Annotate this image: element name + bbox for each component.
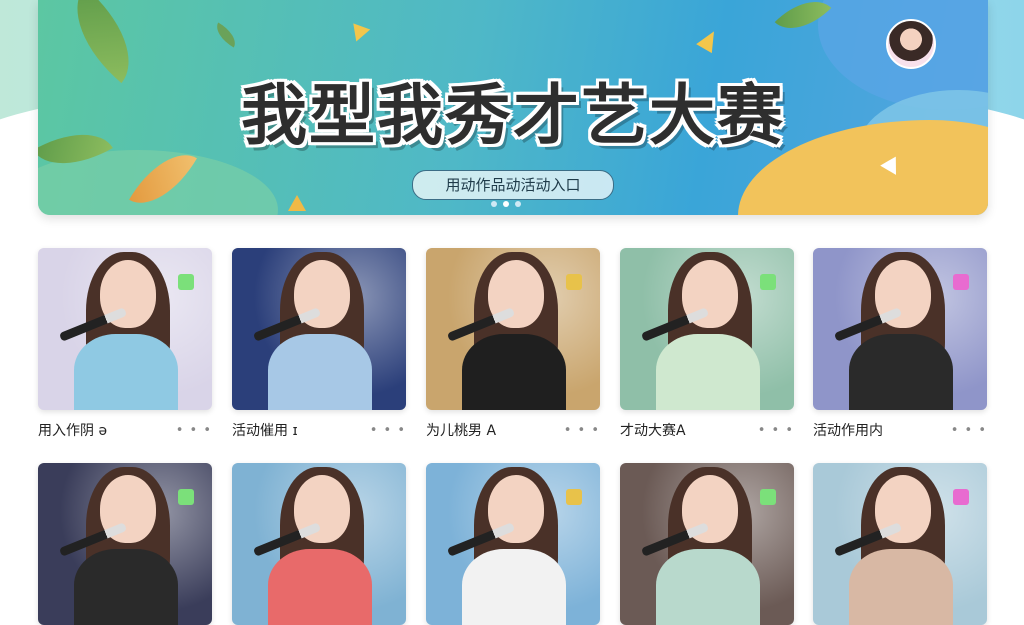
performer-card[interactable] bbox=[232, 463, 406, 625]
hero-banner[interactable]: 我型我秀才艺大赛 用动作品动活动入口 bbox=[38, 0, 988, 215]
performer-outfit bbox=[462, 549, 566, 625]
card-title: 活动催用 ɪ bbox=[232, 423, 298, 439]
leaf-decoration-icon bbox=[211, 22, 241, 48]
banner-title: 我型我秀才艺大赛 bbox=[241, 77, 785, 154]
performer-thumbnail[interactable] bbox=[38, 248, 212, 410]
more-dots-icon[interactable]: • • • bbox=[951, 423, 987, 438]
performer-card[interactable]: 才动大赛A • • • bbox=[620, 248, 794, 441]
activity-entry-button[interactable]: 用动作品动活动入口 bbox=[412, 170, 614, 200]
music-note-icon bbox=[760, 489, 776, 505]
performer-thumbnail[interactable] bbox=[426, 248, 600, 410]
more-dots-icon[interactable]: • • • bbox=[564, 423, 600, 438]
performer-outfit bbox=[268, 549, 372, 625]
performer-thumbnail[interactable] bbox=[232, 248, 406, 410]
performer-outfit bbox=[462, 334, 566, 410]
performer-card[interactable] bbox=[426, 463, 600, 625]
performer-card[interactable]: 用入作阴 ə • • • bbox=[38, 248, 212, 441]
performer-card[interactable] bbox=[813, 463, 987, 625]
performer-card[interactable] bbox=[620, 463, 794, 625]
performer-card[interactable]: 活动催用 ɪ • • • bbox=[232, 248, 406, 441]
card-caption: 用入作阴 ə • • • bbox=[38, 419, 212, 441]
performer-thumbnail[interactable] bbox=[620, 463, 794, 625]
performer-outfit bbox=[849, 334, 953, 410]
performer-outfit bbox=[656, 334, 760, 410]
music-note-icon bbox=[566, 489, 582, 505]
carousel-dot[interactable] bbox=[491, 201, 497, 207]
sparkle-icon bbox=[288, 195, 306, 211]
performer-outfit bbox=[849, 549, 953, 625]
music-note-icon bbox=[953, 274, 969, 290]
card-caption: 才动大赛A • • • bbox=[620, 419, 794, 441]
sparkle-icon bbox=[347, 23, 371, 45]
card-caption: 活动作用内 • • • bbox=[813, 419, 987, 441]
performer-outfit bbox=[656, 549, 760, 625]
performer-card[interactable]: 为儿桃男 A • • • bbox=[426, 248, 600, 441]
card-caption: 活动催用 ɪ • • • bbox=[232, 419, 406, 441]
card-caption: 为儿桃男 A • • • bbox=[426, 419, 600, 441]
card-title: 为儿桃男 A bbox=[426, 423, 497, 439]
performer-thumbnail[interactable] bbox=[38, 463, 212, 625]
card-title: 才动大赛A bbox=[620, 423, 686, 439]
performer-thumbnail[interactable] bbox=[232, 463, 406, 625]
carousel-dot[interactable] bbox=[503, 201, 509, 207]
card-title: 用入作阴 ə bbox=[38, 423, 108, 439]
performer-outfit bbox=[74, 549, 178, 625]
performer-thumbnail[interactable] bbox=[620, 248, 794, 410]
performer-outfit bbox=[74, 334, 178, 410]
performer-card[interactable] bbox=[38, 463, 212, 625]
music-note-icon bbox=[178, 489, 194, 505]
music-note-icon bbox=[953, 489, 969, 505]
performer-thumbnail[interactable] bbox=[813, 248, 987, 410]
music-note-icon bbox=[178, 274, 194, 290]
card-title: 活动作用内 bbox=[813, 423, 883, 439]
more-dots-icon[interactable]: • • • bbox=[176, 423, 212, 438]
performer-card[interactable]: 活动作用内 • • • bbox=[813, 248, 987, 441]
performer-outfit bbox=[268, 334, 372, 410]
performer-thumbnail[interactable] bbox=[813, 463, 987, 625]
more-dots-icon[interactable]: • • • bbox=[758, 423, 794, 438]
music-note-icon bbox=[566, 274, 582, 290]
music-note-icon bbox=[760, 274, 776, 290]
sparkle-icon bbox=[696, 26, 722, 54]
carousel-indicator bbox=[491, 201, 521, 207]
more-dots-icon[interactable]: • • • bbox=[370, 423, 406, 438]
carousel-dot[interactable] bbox=[515, 201, 521, 207]
performer-thumbnail[interactable] bbox=[426, 463, 600, 625]
